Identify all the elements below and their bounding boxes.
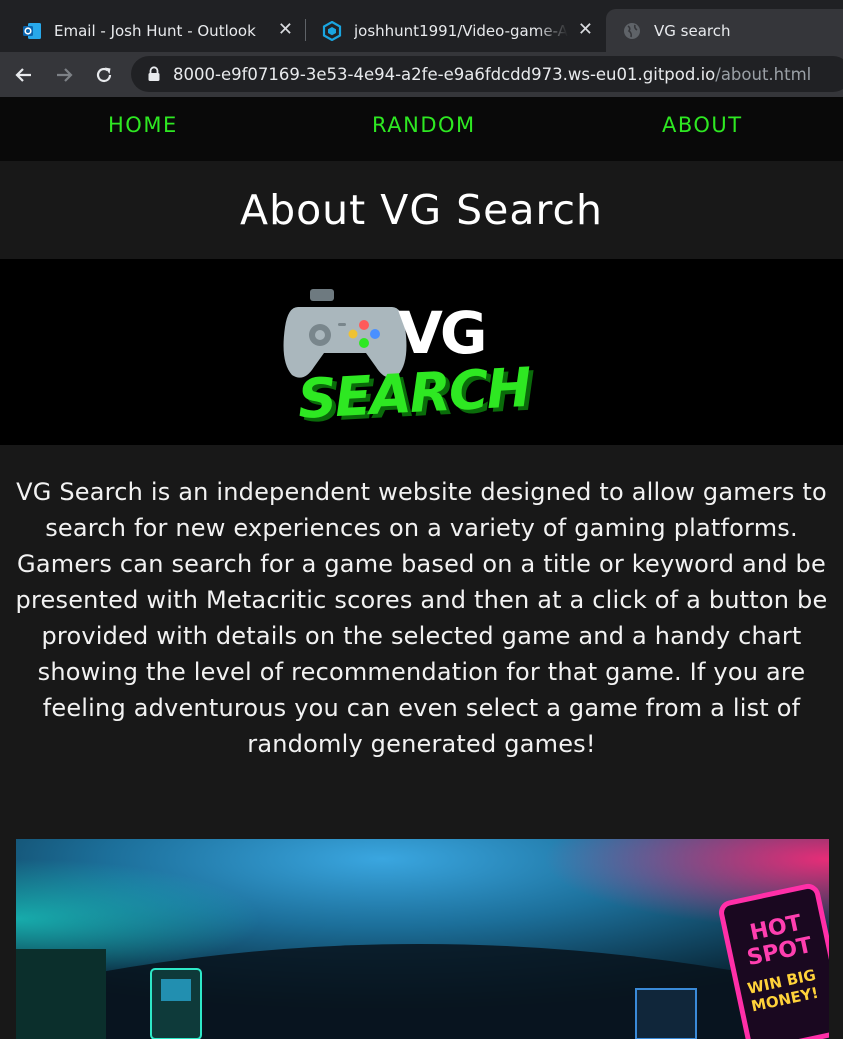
tab-github[interactable]: joshhunt1991/Video-game-API-project ✕	[306, 9, 605, 52]
address-bar[interactable]: 8000-e9f07169-3e53-4e94-a2fe-e9a6fdcdd97…	[131, 56, 843, 92]
reload-icon[interactable]	[91, 62, 117, 88]
site-navbar: HOME RANDOM ABOUT	[0, 97, 843, 161]
close-tab-icon[interactable]: ✕	[278, 21, 293, 39]
logo-text-search: SEARCH	[296, 356, 533, 427]
tab-vg-search[interactable]: VG search	[606, 9, 843, 52]
close-tab-icon[interactable]: ✕	[578, 21, 593, 39]
gitpod-icon	[322, 20, 342, 41]
url-path: /about.html	[715, 64, 812, 84]
logo-text-vg: VG	[398, 299, 485, 367]
browser-toolbar: 8000-e9f07169-3e53-4e94-a2fe-e9a6fdcdd97…	[0, 52, 843, 97]
page-heading-band: About VG Search	[0, 161, 843, 259]
arcade-photo: HOT SPOT WIN BIG MONEY!	[16, 839, 829, 1039]
about-description: VG Search is an independent website desi…	[15, 478, 828, 758]
globe-icon	[622, 21, 642, 41]
logo-banner: VG SEARCH SEARCH	[0, 259, 843, 445]
tab-title: Email - Josh Hunt - Outlook	[54, 21, 256, 40]
lock-icon	[147, 66, 161, 82]
vg-search-logo: VG SEARCH SEARCH	[283, 289, 537, 427]
tab-title: VG search	[654, 21, 731, 40]
outlook-icon	[22, 21, 42, 41]
tab-title: joshhunt1991/Video-game-API-project	[354, 21, 568, 40]
tab-outlook[interactable]: Email - Josh Hunt - Outlook ✕	[0, 9, 305, 52]
nav-link-about[interactable]: ABOUT	[662, 113, 743, 137]
browser-tab-strip: Email - Josh Hunt - Outlook ✕ joshhunt19…	[0, 0, 843, 52]
url-host: 8000-e9f07169-3e53-4e94-a2fe-e9a6fdcdd97…	[173, 64, 716, 84]
nav-link-home[interactable]: HOME	[108, 113, 178, 137]
back-arrow-icon[interactable]	[11, 62, 37, 88]
page-title: About VG Search	[240, 186, 603, 234]
nav-link-random[interactable]: RANDOM	[372, 113, 476, 137]
forward-arrow-icon[interactable]	[51, 62, 77, 88]
